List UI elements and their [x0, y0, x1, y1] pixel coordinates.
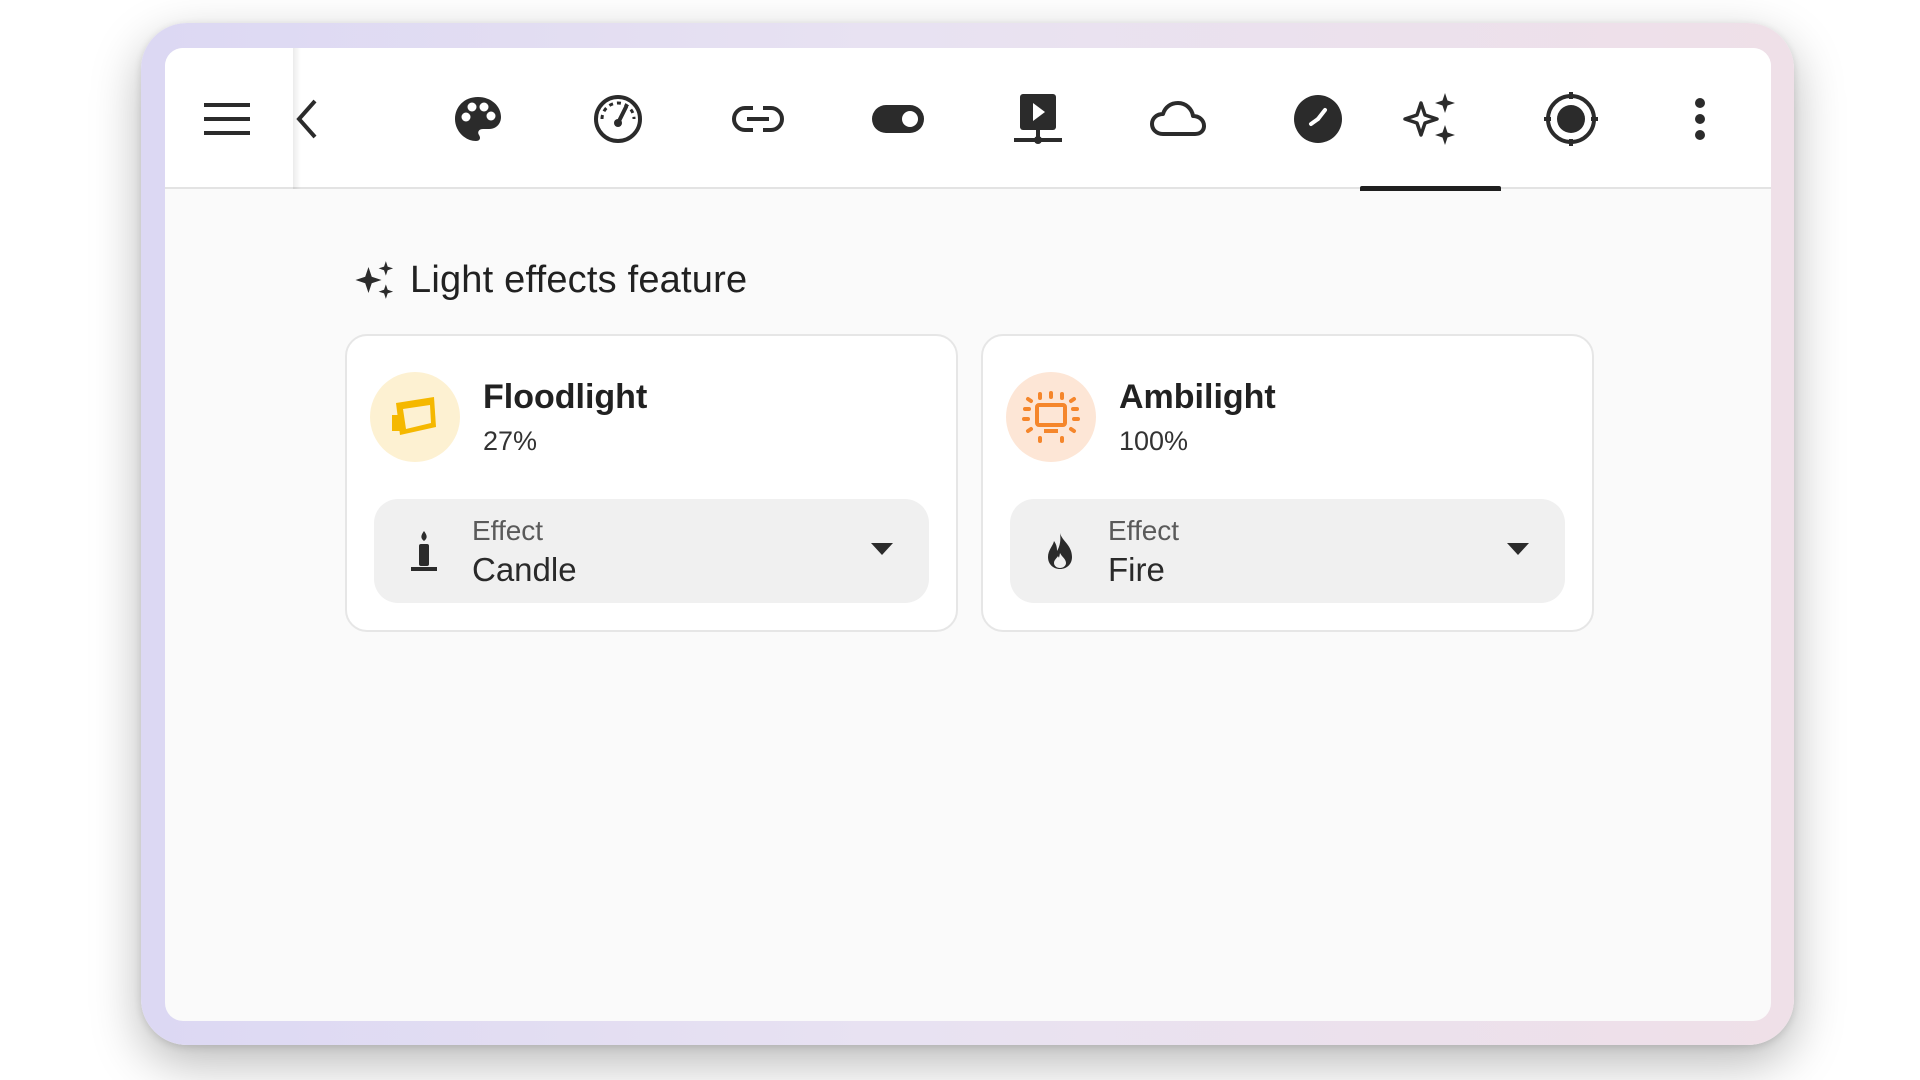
- entity-state: 100%: [1119, 426, 1189, 456]
- chevron-left-icon: [296, 99, 317, 138]
- more-options-button[interactable]: [1673, 48, 1727, 189]
- entity-card-floodlight[interactable]: Floodlight 27% Effect Candle: [345, 334, 958, 632]
- video-input-icon: [1014, 93, 1062, 144]
- floodlight-icon-badge[interactable]: [370, 372, 460, 462]
- top-toolbar: [165, 48, 1771, 191]
- entity-name: Ambilight: [1119, 378, 1276, 416]
- scroll-left-button[interactable]: [287, 48, 327, 189]
- menu-button[interactable]: [193, 48, 261, 189]
- dots-vertical-icon: [1695, 97, 1705, 140]
- tab-toggle[interactable]: [828, 48, 968, 189]
- select-label: Effect: [472, 515, 544, 546]
- ambilight-icon: [1022, 391, 1080, 443]
- creation-sparkles-icon: [355, 261, 394, 299]
- menu-icon: [204, 102, 250, 135]
- tab-link[interactable]: [688, 48, 828, 189]
- ambilight-icon-badge[interactable]: [1006, 372, 1096, 462]
- entity-state: 27%: [483, 426, 538, 456]
- section-title: Light effects feature: [410, 258, 748, 301]
- tab-video-input[interactable]: [968, 48, 1108, 189]
- dropdown-arrow-icon: [1507, 543, 1529, 555]
- fire-icon: [1038, 529, 1082, 573]
- entity-card-ambilight[interactable]: Ambilight 100% Effect Fire: [981, 334, 1594, 632]
- tab-light-effects[interactable]: [1360, 48, 1501, 191]
- candle-icon: [402, 529, 446, 573]
- select-value: Candle: [472, 551, 577, 588]
- toggle-switch-icon: [872, 104, 924, 133]
- selected-tab-indicator: [1360, 186, 1501, 191]
- floodlight-icon: [392, 397, 436, 435]
- tab-target[interactable]: [1501, 48, 1641, 189]
- tab-cloud[interactable]: [1108, 48, 1248, 189]
- tab-palette[interactable]: [408, 48, 548, 189]
- creation-sparkles-icon: [1403, 92, 1455, 145]
- effect-select[interactable]: Effect Fire: [1010, 499, 1565, 603]
- target-icon: [1544, 91, 1598, 146]
- speedometer-icon: [594, 94, 642, 143]
- palette-icon: [455, 96, 501, 141]
- link-icon: [731, 105, 785, 132]
- select-label: Effect: [1108, 515, 1180, 546]
- cloud-outline-icon: [1150, 100, 1206, 136]
- tab-speedometer[interactable]: [548, 48, 688, 189]
- effect-select[interactable]: Effect Candle: [374, 499, 929, 603]
- app-window: Light effects feature Floodlight 27% Eff…: [165, 48, 1771, 1021]
- dropdown-arrow-icon: [871, 543, 893, 555]
- entity-name: Floodlight: [483, 378, 648, 416]
- clock-icon: [1294, 94, 1342, 143]
- select-value: Fire: [1108, 551, 1165, 588]
- section-header: Light effects feature: [354, 256, 747, 304]
